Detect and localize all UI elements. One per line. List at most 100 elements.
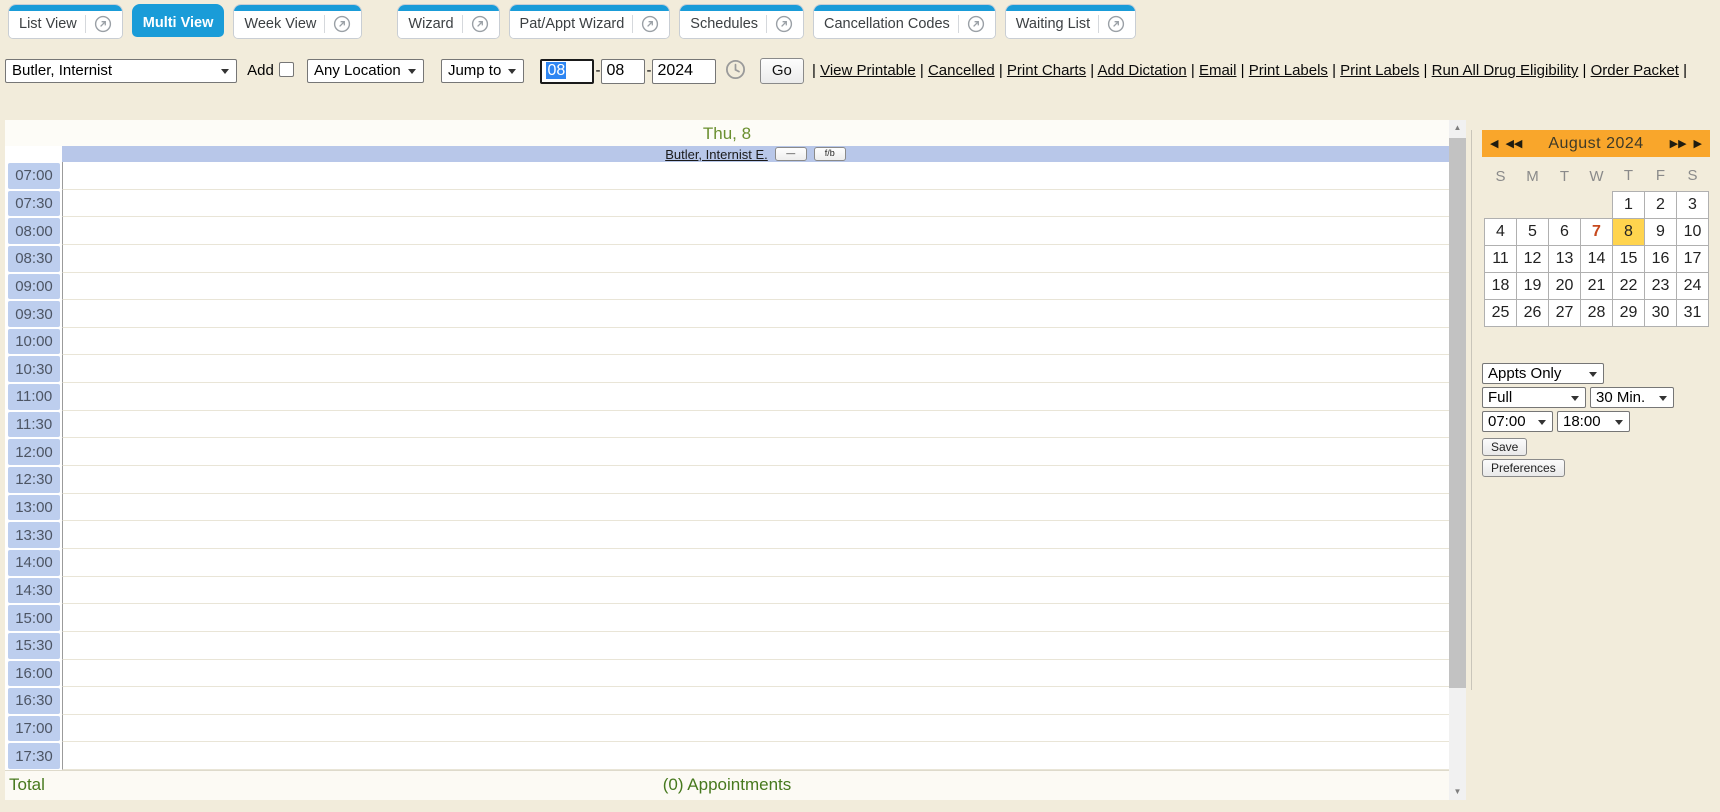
calendar-date-11[interactable]: 11 (1485, 245, 1517, 272)
slot-cell[interactable] (62, 715, 1449, 743)
location-select[interactable]: Any Location (307, 59, 424, 83)
calendar-date-4[interactable]: 4 (1485, 218, 1517, 245)
prev-year-icon[interactable]: ◀◀ (1505, 137, 1522, 150)
tab-wizard[interactable]: Wizard (397, 4, 499, 39)
slot-cell[interactable] (62, 300, 1449, 328)
toolbar-link[interactable]: Add Dictation (1098, 62, 1187, 79)
calendar-date-10[interactable]: 10 (1677, 218, 1709, 245)
slot-cell[interactable] (62, 438, 1449, 466)
slot-cell[interactable] (62, 742, 1449, 770)
slot-cell[interactable] (62, 632, 1449, 660)
slot-cell[interactable] (62, 162, 1449, 190)
start-time-select[interactable]: 07:00 (1482, 411, 1553, 432)
tab-waiting-list[interactable]: Waiting List (1005, 4, 1136, 39)
popout-icon[interactable] (967, 15, 985, 33)
calendar-date-23[interactable]: 23 (1645, 272, 1677, 299)
fb-button[interactable]: f/b (814, 147, 846, 161)
calendar-date-29[interactable]: 29 (1613, 299, 1645, 326)
add-checkbox[interactable] (279, 62, 294, 77)
toolbar-link[interactable]: Cancelled (928, 62, 995, 79)
slot-cell[interactable] (62, 383, 1449, 411)
calendar-date-21[interactable]: 21 (1581, 272, 1613, 299)
date-day-input[interactable]: 08 (601, 59, 645, 84)
calendar-date-16[interactable]: 16 (1645, 245, 1677, 272)
slot-cell[interactable] (62, 549, 1449, 577)
tab-cancellation-codes[interactable]: Cancellation Codes (813, 4, 996, 39)
calendar-date-2[interactable]: 2 (1645, 191, 1677, 218)
scroll-down-icon[interactable]: ▼ (1449, 784, 1466, 800)
calendar-date-17[interactable]: 17 (1677, 245, 1709, 272)
preferences-button[interactable]: Preferences (1482, 459, 1565, 477)
jump-to-select[interactable]: Jump to (441, 59, 524, 83)
calendar-date-8[interactable]: 8 (1613, 218, 1645, 245)
calendar-date-3[interactable]: 3 (1677, 191, 1709, 218)
slot-cell[interactable] (62, 577, 1449, 605)
toolbar-link[interactable]: Run All Drug Eligibility (1432, 62, 1579, 79)
slot-cell[interactable] (62, 687, 1449, 715)
popout-icon[interactable] (1107, 15, 1125, 33)
calendar-date-31[interactable]: 31 (1677, 299, 1709, 326)
calendar-date-7[interactable]: 7 (1581, 218, 1613, 245)
prev-month-icon[interactable]: ◀ (1490, 137, 1498, 150)
toolbar-link[interactable]: Print Labels (1340, 62, 1419, 79)
clock-icon[interactable] (725, 59, 746, 90)
end-time-select[interactable]: 18:00 (1557, 411, 1630, 432)
calendar-date-13[interactable]: 13 (1549, 245, 1581, 272)
next-year-icon[interactable]: ▶▶ (1670, 137, 1687, 150)
calendar-date-15[interactable]: 15 (1613, 245, 1645, 272)
vertical-scrollbar[interactable]: ▲ ▼ (1449, 120, 1466, 800)
provider-link[interactable]: Butler, Internist E. (665, 147, 768, 162)
view-select[interactable]: Full (1482, 387, 1586, 408)
tab-list-view[interactable]: List View (8, 4, 123, 39)
tab-multi-view[interactable]: Multi View (132, 4, 225, 37)
toolbar-link[interactable]: Order Packet (1591, 62, 1679, 79)
interval-select[interactable]: 30 Min. (1590, 387, 1674, 408)
slot-cell[interactable] (62, 466, 1449, 494)
tab-week-view[interactable]: Week View (233, 4, 362, 39)
popout-icon[interactable] (641, 15, 659, 33)
scrollbar-thumb[interactable] (1449, 138, 1466, 688)
calendar-date-27[interactable]: 27 (1549, 299, 1581, 326)
calendar-date-14[interactable]: 14 (1581, 245, 1613, 272)
toolbar-link[interactable]: View Printable (820, 62, 916, 79)
tab-schedules[interactable]: Schedules (679, 4, 804, 39)
slot-cell[interactable] (62, 328, 1449, 356)
calendar-date-19[interactable]: 19 (1517, 272, 1549, 299)
slot-cell[interactable] (62, 245, 1449, 273)
calendar-date-22[interactable]: 22 (1613, 272, 1645, 299)
calendar-date-28[interactable]: 28 (1581, 299, 1613, 326)
calendar-date-25[interactable]: 25 (1485, 299, 1517, 326)
calendar-date-24[interactable]: 24 (1677, 272, 1709, 299)
popout-icon[interactable] (471, 15, 489, 33)
collapse-button[interactable]: — (775, 147, 807, 161)
toolbar-link[interactable]: Email (1199, 62, 1237, 79)
popout-icon[interactable] (94, 15, 112, 33)
provider-select[interactable]: Butler, Internist (5, 59, 237, 83)
popout-icon[interactable] (333, 15, 351, 33)
slot-cell[interactable] (62, 217, 1449, 245)
slot-cell[interactable] (62, 355, 1449, 383)
calendar-date-1[interactable]: 1 (1613, 191, 1645, 218)
slot-cell[interactable] (62, 411, 1449, 439)
calendar-date-6[interactable]: 6 (1549, 218, 1581, 245)
calendar-date-12[interactable]: 12 (1517, 245, 1549, 272)
slot-cell[interactable] (62, 273, 1449, 301)
date-month-input[interactable]: 08 (540, 59, 594, 84)
toolbar-link[interactable]: Print Charts (1007, 62, 1086, 79)
tab-pat-appt-wizard[interactable]: Pat/Appt Wizard (509, 4, 671, 39)
calendar-date-5[interactable]: 5 (1517, 218, 1549, 245)
toolbar-link[interactable]: Print Labels (1249, 62, 1328, 79)
popout-icon[interactable] (775, 15, 793, 33)
slot-cell[interactable] (62, 190, 1449, 218)
slot-cell[interactable] (62, 494, 1449, 522)
calendar-date-18[interactable]: 18 (1485, 272, 1517, 299)
date-year-input[interactable]: 2024 (652, 59, 716, 84)
scroll-up-icon[interactable]: ▲ (1449, 120, 1466, 136)
next-month-icon[interactable]: ▶ (1694, 137, 1702, 150)
calendar-date-20[interactable]: 20 (1549, 272, 1581, 299)
filter-select[interactable]: Appts Only (1482, 363, 1604, 384)
go-button[interactable]: Go (760, 58, 804, 84)
calendar-date-30[interactable]: 30 (1645, 299, 1677, 326)
save-button[interactable]: Save (1482, 438, 1527, 456)
slot-cell[interactable] (62, 604, 1449, 632)
